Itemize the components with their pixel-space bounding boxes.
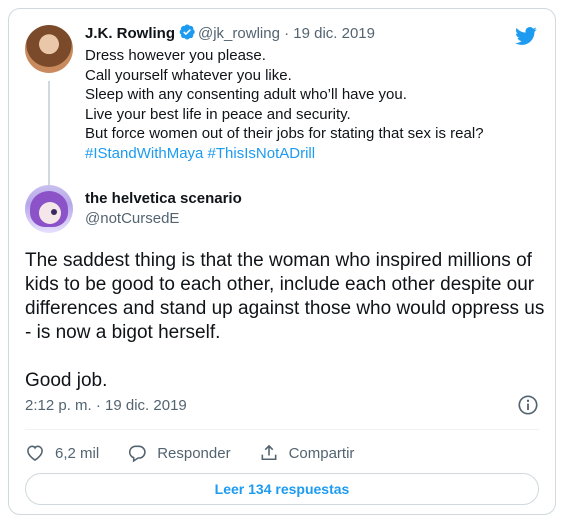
- share-button[interactable]: Compartir: [259, 443, 355, 463]
- tweet-line: Dress however you please.: [85, 47, 266, 64]
- author-avatar[interactable]: [25, 25, 73, 73]
- like-count: 6,2 mil: [55, 444, 100, 462]
- thread-line: [48, 81, 50, 185]
- author-name[interactable]: J.K. Rowling: [85, 25, 175, 42]
- reply-bubble-icon: [129, 445, 146, 463]
- tweet-line: Live your best life in peace and securit…: [85, 105, 351, 123]
- dot-separator: ·: [284, 25, 290, 42]
- share-label: Compartir: [288, 444, 355, 462]
- reply-author-name[interactable]: the helvetica scenario: [85, 189, 242, 209]
- reply-tweet-text: The saddest thing is that the woman who …: [25, 249, 545, 393]
- verified-badge-icon: [179, 24, 195, 40]
- heart-icon: [27, 445, 43, 462]
- reply-paragraph: The saddest thing is that the woman who …: [25, 250, 545, 343]
- author-handle[interactable]: @jk_rowling: [198, 25, 280, 42]
- tweet-line: Sleep with any consenting adult who’ll h…: [85, 86, 407, 103]
- tweet-card: J.K. Rowling @jk_rowling · 19 dic. 2019 D…: [8, 8, 556, 515]
- read-replies-button[interactable]: Leer 134 respuestas: [25, 473, 539, 505]
- reply-author-handle[interactable]: @notCursedE: [85, 209, 242, 229]
- reply-button[interactable]: Responder: [127, 443, 231, 463]
- like-button[interactable]: 6,2 mil: [25, 443, 99, 463]
- parent-tweet-header: J.K. Rowling @jk_rowling · 19 dic. 2019: [85, 23, 499, 44]
- divider: [25, 429, 539, 430]
- reply-paragraph: Good job.: [25, 370, 108, 391]
- tweet-actions: 6,2 mil Responder Compartir: [25, 433, 382, 473]
- parent-tweet-text: Dress however you please. Call yourself …: [85, 46, 499, 163]
- info-icon[interactable]: [517, 394, 539, 416]
- reply-author-avatar[interactable]: [25, 185, 73, 233]
- tweet-timestamp[interactable]: 2:12 p. m. · 19 dic. 2019: [25, 397, 187, 414]
- reply-label: Responder: [157, 444, 231, 462]
- share-icon: [261, 444, 277, 461]
- tweet-line: But force women out of their jobs for st…: [85, 125, 484, 142]
- tweet-date[interactable]: 19 dic. 2019: [293, 25, 375, 42]
- twitter-bird-icon[interactable]: [513, 25, 539, 47]
- tweet-line: Call yourself whatever you like.: [85, 66, 292, 84]
- hashtag-links[interactable]: #IStandWithMaya #ThisIsNotADrill: [85, 144, 499, 164]
